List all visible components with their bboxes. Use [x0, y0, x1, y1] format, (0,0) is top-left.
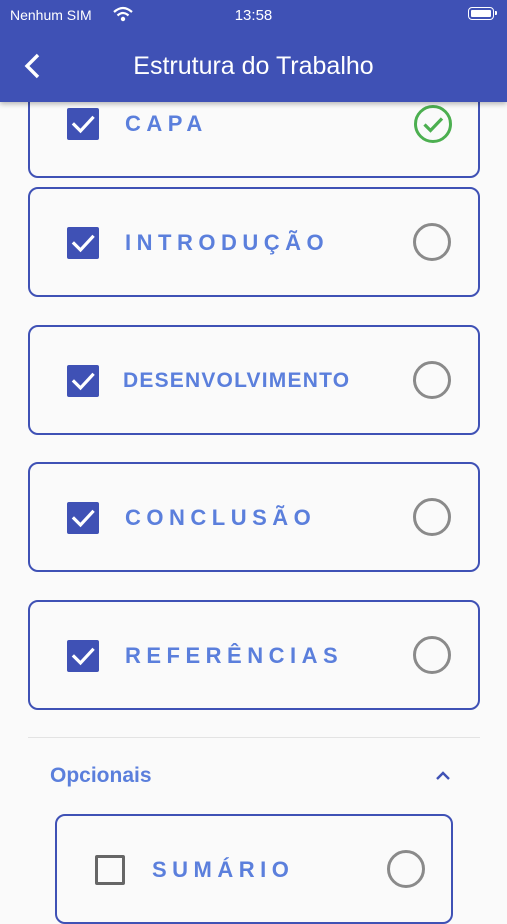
section-card-sumario[interactable]: SUMÁRIO	[55, 814, 453, 924]
structure-list: CAPA INTRODUÇÃO DESENVOLVIMENTO CONCLUSÃ…	[0, 0, 507, 924]
empty-circle-icon	[413, 498, 451, 536]
status-bar: Nenhum SIM 13:58	[0, 0, 507, 30]
section-label-sumario: SUMÁRIO	[152, 857, 295, 882]
chevron-up-icon[interactable]	[431, 764, 455, 788]
checkbox-desenvolvimento[interactable]	[67, 365, 99, 397]
page-title: Estrutura do Trabalho	[133, 52, 374, 80]
section-card-conclusao[interactable]: CONCLUSÃO	[28, 462, 480, 572]
section-label-desenvolvimento: DESENVOLVIMENTO	[123, 369, 351, 392]
checkmark-icon	[71, 509, 95, 528]
section-card-desenvolvimento[interactable]: DESENVOLVIMENTO	[28, 325, 480, 435]
section-card-introducao[interactable]: INTRODUÇÃO	[28, 187, 480, 297]
checkmark-icon	[71, 647, 95, 666]
checkbox-sumario[interactable]	[95, 855, 125, 885]
checkmark-icon	[71, 234, 95, 253]
checkbox-conclusao[interactable]	[67, 502, 99, 534]
checkmark-icon	[71, 115, 95, 134]
empty-circle-icon	[413, 636, 451, 674]
battery-icon	[468, 7, 497, 20]
empty-circle-icon	[413, 223, 451, 261]
section-card-referencias[interactable]: REFERÊNCIAS	[28, 600, 480, 710]
checkmark-icon	[71, 372, 95, 391]
section-label-introducao: INTRODUÇÃO	[125, 230, 330, 255]
section-label-conclusao: CONCLUSÃO	[125, 505, 317, 530]
checkbox-introducao[interactable]	[67, 227, 99, 259]
section-label-capa: CAPA	[125, 111, 208, 136]
check-circle-icon	[413, 104, 453, 144]
section-label-referencias: REFERÊNCIAS	[125, 643, 344, 668]
clock: 13:58	[234, 7, 273, 24]
empty-circle-icon	[387, 850, 425, 888]
empty-circle-icon	[413, 361, 451, 399]
app-bar: Nenhum SIM 13:58 Estrutura do Trabalho	[0, 0, 507, 102]
divider	[28, 737, 480, 738]
optional-section-title[interactable]: Opcionais	[50, 762, 152, 790]
checkbox-capa[interactable]	[67, 108, 99, 140]
checkbox-referencias[interactable]	[67, 640, 99, 672]
